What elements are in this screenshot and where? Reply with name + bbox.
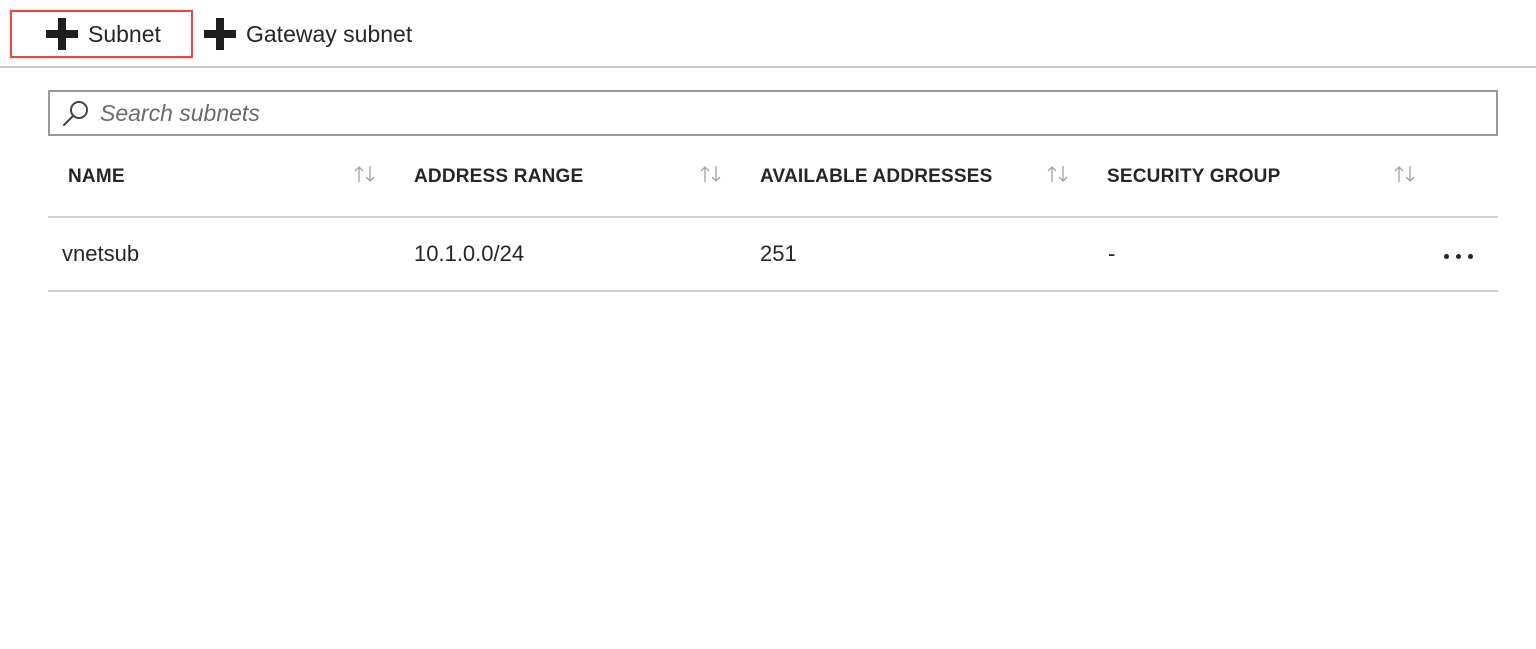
more-icon[interactable] (1444, 251, 1476, 261)
column-header-available-addresses[interactable]: AVAILABLE ADDRESSES (760, 138, 993, 216)
column-header-security-group[interactable]: SECURITY GROUP (1107, 138, 1280, 216)
column-header-address-range[interactable]: ADDRESS RANGE (414, 138, 583, 216)
cell-available-addresses: 251 (760, 241, 797, 266)
command-bar: Subnet Gateway subnet (0, 0, 1536, 68)
subnets-table: NAME ADDRESS RANGE AVAILABLE ADDRESSES S… (48, 138, 1498, 292)
sort-icon[interactable] (1046, 164, 1070, 184)
column-header-name[interactable]: NAME (68, 138, 125, 216)
search-icon (63, 101, 88, 126)
sort-icon[interactable] (1393, 164, 1417, 184)
add-subnet-button[interactable]: Subnet (10, 10, 193, 58)
search-box[interactable] (48, 90, 1498, 136)
plus-icon (204, 18, 236, 50)
add-gateway-subnet-label: Gateway subnet (246, 20, 413, 47)
cell-security-group: - (1108, 241, 1116, 266)
search-input[interactable] (100, 94, 1496, 132)
cell-address-range: 10.1.0.0/24 (414, 241, 525, 266)
table-row[interactable]: vnetsub 10.1.0.0/24 251 - (48, 218, 1498, 292)
sort-icon[interactable] (699, 164, 723, 184)
table-header: NAME ADDRESS RANGE AVAILABLE ADDRESSES S… (48, 138, 1498, 218)
add-gateway-subnet-button[interactable]: Gateway subnet (203, 10, 443, 58)
cell-name[interactable]: vnetsub (62, 218, 139, 290)
sort-icon[interactable] (353, 164, 377, 184)
plus-icon (46, 18, 78, 50)
add-subnet-label: Subnet (88, 20, 161, 47)
